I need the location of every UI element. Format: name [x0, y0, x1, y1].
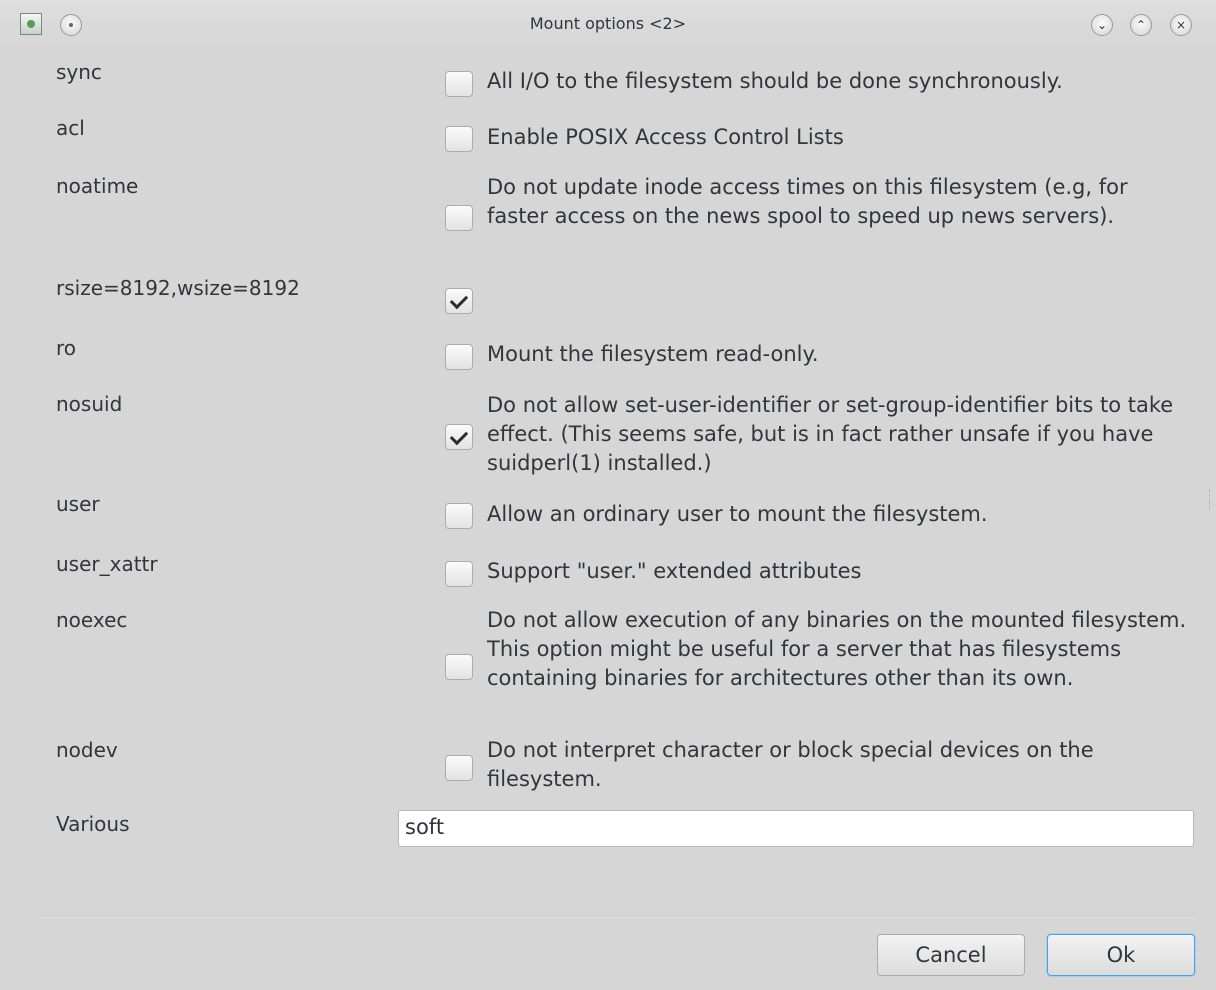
- checkbox-nodev[interactable]: [445, 755, 473, 781]
- checkbox-noexec[interactable]: [445, 654, 473, 680]
- checkbox-user[interactable]: [445, 503, 473, 529]
- close-icon[interactable]: ×: [1170, 14, 1192, 36]
- option-label-ro: ro: [56, 336, 77, 360]
- checkbox-ro[interactable]: [445, 344, 473, 370]
- various-label: Various: [56, 812, 130, 836]
- option-desc-user: Allow an ordinary user to mount the file…: [487, 502, 988, 526]
- minimize-icon[interactable]: ⌄: [1091, 14, 1113, 36]
- option-label-nodev: nodev: [56, 738, 118, 762]
- option-desc-nodev: Do not interpret character or block spec…: [487, 738, 1094, 791]
- option-label-sync: sync: [56, 60, 102, 84]
- checkbox-nosuid[interactable]: [445, 424, 473, 450]
- various-input[interactable]: soft: [398, 810, 1194, 847]
- checkbox-sync[interactable]: [445, 71, 473, 97]
- option-desc-sync: All I/O to the filesystem should be done…: [487, 69, 1063, 93]
- option-desc-ro: Mount the filesystem read-only.: [487, 342, 819, 366]
- option-desc-noexec: Do not allow execution of any binaries o…: [487, 608, 1187, 690]
- option-desc-user-xattr: Support "user." extended attributes: [487, 559, 862, 583]
- checkbox-acl[interactable]: [445, 126, 473, 152]
- option-label-noexec: noexec: [56, 608, 128, 632]
- option-label-user: user: [56, 492, 100, 516]
- maximize-icon[interactable]: ⌃: [1130, 14, 1152, 36]
- title-bar: Mount options <2> ⌄ ⌃ ×: [0, 0, 1216, 50]
- checkbox-noatime[interactable]: [445, 205, 473, 231]
- option-label-rsize-wsize: rsize=8192,wsize=8192: [56, 276, 300, 300]
- ok-button[interactable]: Ok: [1047, 934, 1195, 976]
- window-title: Mount options <2>: [529, 14, 687, 33]
- option-desc-nosuid: Do not allow set-user-identifier or set-…: [487, 393, 1174, 475]
- option-label-nosuid: nosuid: [56, 392, 123, 416]
- resize-grip[interactable]: [1209, 490, 1212, 510]
- option-label-user-xattr: user_xattr: [56, 552, 158, 576]
- checkbox-rsize-wsize[interactable]: [445, 288, 473, 314]
- separator: [38, 916, 1196, 918]
- cancel-button[interactable]: Cancel: [877, 934, 1025, 976]
- option-label-noatime: noatime: [56, 174, 139, 198]
- option-label-acl: acl: [56, 116, 85, 140]
- checkbox-user-xattr[interactable]: [445, 561, 473, 587]
- option-desc-acl: Enable POSIX Access Control Lists: [487, 125, 844, 149]
- option-desc-noatime: Do not update inode access times on this…: [487, 175, 1128, 228]
